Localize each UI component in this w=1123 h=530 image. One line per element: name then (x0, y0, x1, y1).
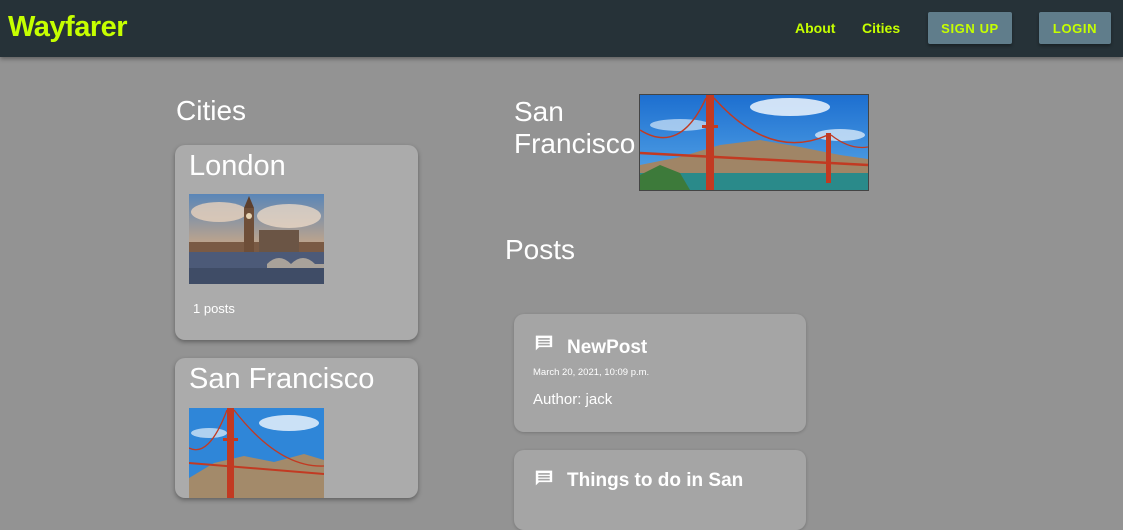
signup-button[interactable]: SIGN UP (928, 12, 1012, 44)
post-title[interactable]: NewPost (567, 337, 647, 359)
city-image-san-francisco[interactable] (189, 408, 324, 498)
post-date: March 20, 2021, 10:09 p.m. (533, 367, 650, 378)
nav-link-cities[interactable]: Cities (862, 20, 900, 36)
city-name[interactable]: San Francisco (189, 363, 374, 396)
city-detail-name-line1: San (514, 96, 564, 127)
posts-heading: Posts (505, 234, 576, 265)
top-navbar: Wayfarer About Cities SIGN UP LOGIN (0, 0, 1123, 57)
brand-logo[interactable]: Wayfarer (8, 11, 128, 44)
city-post-count: 1 posts (193, 301, 235, 316)
city-detail-image (639, 94, 869, 191)
comment-icon (535, 335, 553, 351)
post-author: Author: jack (533, 391, 613, 408)
login-button[interactable]: LOGIN (1039, 12, 1111, 44)
city-detail-name-line2: Francisco (514, 128, 636, 159)
city-detail-name: San Francisco (514, 96, 635, 160)
post-card[interactable]: NewPost March 20, 2021, 10:09 p.m. Autho… (514, 314, 806, 432)
city-image-london[interactable] (189, 194, 324, 284)
city-name[interactable]: London (189, 150, 286, 183)
city-card-san-francisco[interactable]: San Francisco (175, 358, 418, 498)
post-card[interactable]: Things to do in San (514, 450, 806, 530)
city-card-london[interactable]: London 1 posts (175, 145, 418, 340)
nav-link-about[interactable]: About (795, 20, 835, 36)
post-title[interactable]: Things to do in San (567, 470, 743, 492)
cities-heading: Cities (176, 95, 247, 126)
comment-icon (535, 470, 553, 486)
